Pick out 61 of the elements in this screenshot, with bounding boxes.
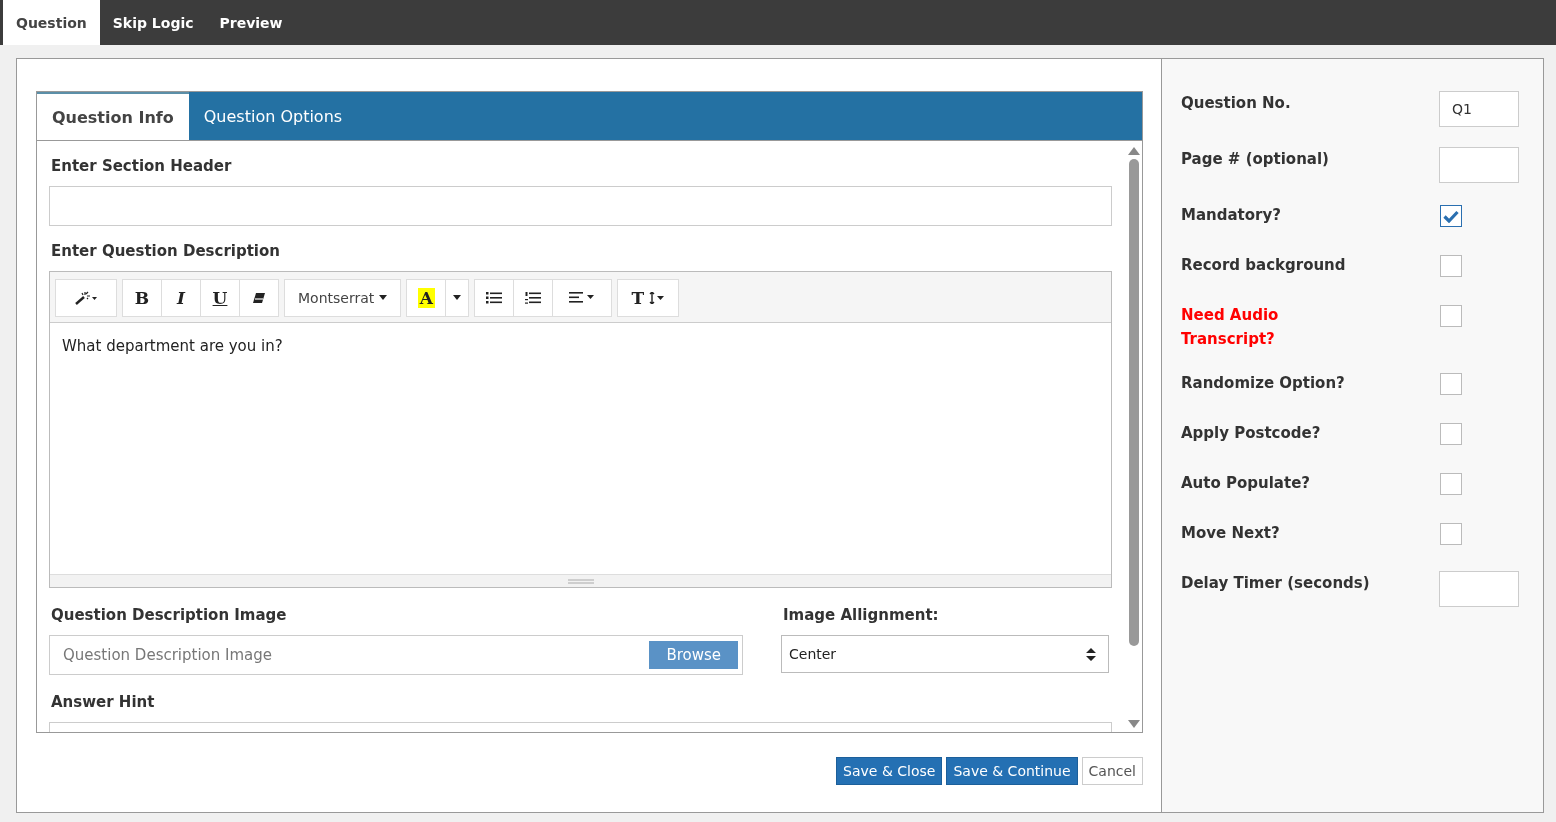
field-label: Image Allignment:	[783, 606, 940, 624]
setting-label: Page # (optional)	[1181, 149, 1329, 170]
save-button[interactable]: Save & Continue	[946, 757, 1078, 785]
setting-label: Auto Populate?	[1181, 473, 1310, 494]
text-size-icon	[649, 291, 666, 304]
numbered-list-icon	[525, 290, 542, 305]
question-text: What department are you in?	[62, 337, 283, 355]
scroll-up-icon[interactable]	[1128, 147, 1140, 155]
checkbox[interactable]	[1440, 255, 1462, 277]
size-button[interactable]: T	[617, 278, 680, 317]
setting-input-field[interactable]: Q1	[1439, 91, 1519, 127]
nav-tab[interactable]: Skip Logic	[99, 0, 207, 45]
setting-label: Delay Timer (seconds)	[1181, 573, 1370, 594]
setting-input-field[interactable]	[1439, 571, 1519, 607]
magic-wand-icon	[74, 289, 98, 306]
checkbox[interactable]	[1440, 423, 1462, 445]
image-file-field[interactable]: Question Description Image Browse	[49, 635, 743, 675]
field-label: Enter Section Header	[51, 157, 233, 175]
eraser-icon	[252, 291, 266, 304]
checkbox[interactable]	[1440, 373, 1462, 395]
cancel-button[interactable]: Cancel	[1081, 757, 1143, 785]
nav-tab[interactable]: Preview	[206, 0, 296, 45]
highlight-button[interactable]: A	[406, 278, 447, 317]
field-label: Question Description Image	[51, 606, 288, 624]
checkmark-icon	[1443, 209, 1459, 223]
caret-icon	[453, 295, 462, 300]
save-button[interactable]: Save & Close	[836, 757, 943, 785]
sort-arrows-icon	[1086, 647, 1096, 661]
setting-input-field[interactable]	[1439, 147, 1519, 183]
alignment-select[interactable]: Center	[781, 635, 1109, 673]
field-label: Answer Hint	[51, 693, 156, 711]
nav-tab[interactable]: Question	[3, 0, 100, 45]
setting-label: Randomize Option?	[1181, 373, 1345, 394]
checkbox[interactable]	[1440, 205, 1462, 227]
italic-button[interactable]: I	[161, 278, 201, 317]
field-label: Enter Question Description	[51, 242, 281, 260]
underline-button[interactable]: U	[200, 278, 240, 317]
align-button[interactable]	[552, 278, 613, 317]
checkbox[interactable]	[1440, 473, 1462, 495]
bold-button[interactable]: B	[122, 278, 162, 317]
setting-label: Question No.	[1181, 93, 1291, 114]
setting-label: Apply Postcode?	[1181, 423, 1321, 444]
setting-label: Mandatory?	[1181, 205, 1281, 226]
setting-label: Record background	[1181, 255, 1346, 276]
checkbox[interactable]	[1440, 523, 1462, 545]
ol-button[interactable]	[513, 278, 554, 317]
scroll-down-icon[interactable]	[1128, 720, 1140, 728]
align-icon	[569, 292, 596, 303]
wand-button[interactable]	[55, 278, 117, 317]
setting-label: Need Audio Transcript?	[1181, 305, 1279, 350]
section-header-field[interactable]	[49, 186, 1112, 226]
ul-button[interactable]	[474, 278, 515, 317]
eraser-button[interactable]	[239, 278, 279, 317]
font-button[interactable]: Montserrat	[284, 278, 402, 317]
caret-icon	[379, 295, 388, 300]
checkbox[interactable]	[1440, 305, 1462, 327]
resize-handle-icon[interactable]	[567, 578, 594, 584]
bullet-list-icon	[486, 291, 503, 304]
setting-label: Move Next?	[1181, 523, 1280, 544]
panel-tab[interactable]: Question Options	[188, 92, 358, 140]
panel-tab[interactable]: Question Info	[37, 92, 189, 140]
